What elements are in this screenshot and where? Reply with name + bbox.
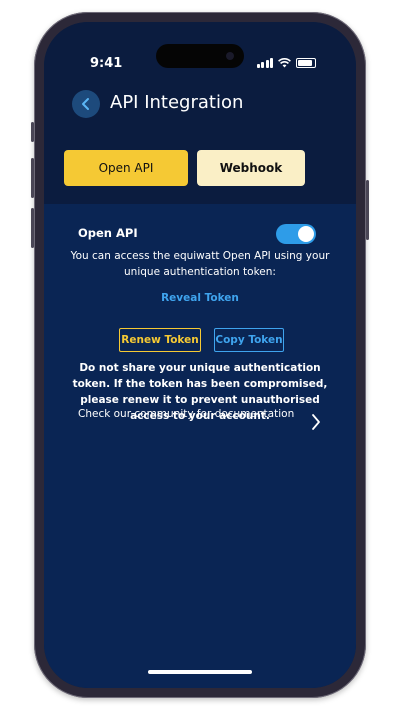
signal-icon [256,58,273,68]
tab-open-api[interactable]: Open API [64,150,188,186]
side-button-left-3 [31,208,34,248]
access-description: You can access the equiwatt Open API usi… [70,250,330,278]
status-time: 9:41 [90,56,123,71]
wifi-icon [278,58,291,68]
home-indicator[interactable] [148,670,252,674]
renew-token-button[interactable]: Renew Token [119,328,201,352]
side-button-left-2 [31,158,34,198]
open-api-toggle[interactable] [276,224,316,244]
dynamic-island [156,44,244,68]
phone-frame: 9:41 API Integration Open API Webhook Op… [31,12,369,698]
copy-token-button[interactable]: Copy Token [214,328,284,352]
page-title: API Integration [110,92,244,113]
reveal-token-link[interactable]: Reveal Token [44,292,356,304]
battery-icon [296,58,316,68]
screen: 9:41 API Integration Open API Webhook Op… [44,22,356,688]
chevron-right-icon[interactable] [308,412,324,432]
chevron-left-icon [82,98,89,110]
status-icons [256,58,316,68]
side-button-left-1 [31,122,34,142]
toggle-knob [298,226,314,242]
back-button[interactable] [72,90,100,118]
community-link-text[interactable]: Check our community for documentation [78,406,308,422]
tab-webhook[interactable]: Webhook [197,150,305,186]
open-api-label: Open API [78,226,138,240]
stage: 9:41 API Integration Open API Webhook Op… [0,0,400,711]
side-button-right [366,180,369,240]
camera-icon [226,52,234,60]
